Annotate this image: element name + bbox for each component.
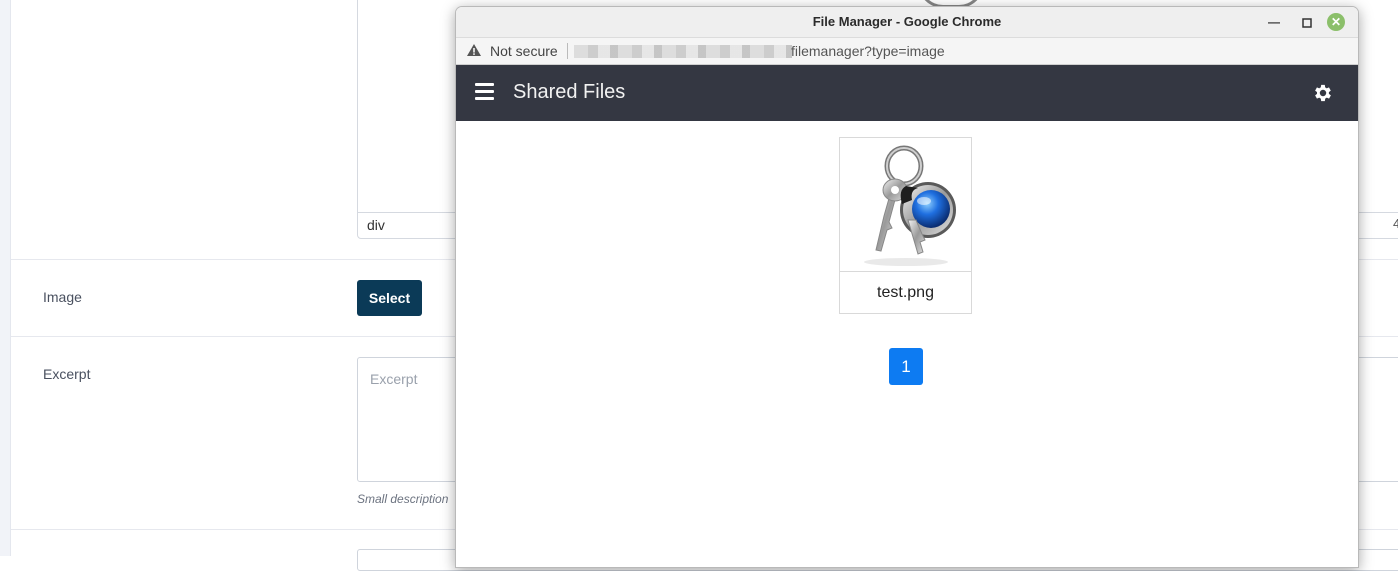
keychain-icon: [864, 145, 956, 266]
file-name[interactable]: test.png: [840, 284, 971, 302]
maximize-icon[interactable]: [1297, 7, 1317, 37]
admin-sidebar-edge: [0, 0, 11, 556]
excerpt-help-text: Small description: [357, 492, 449, 506]
url-separator: [567, 43, 568, 59]
file-manager-popup-window: File Manager - Google Chrome — ✕ Not sec…: [455, 6, 1359, 568]
window-titlebar[interactable]: File Manager - Google Chrome — ✕: [456, 7, 1358, 37]
close-icon[interactable]: ✕: [1327, 13, 1345, 31]
file-manager-navbar: Shared Files: [456, 65, 1358, 121]
image-field-label: Image: [43, 289, 82, 305]
pagination-page-1[interactable]: 1: [889, 348, 923, 385]
menu-icon[interactable]: [475, 83, 494, 103]
select-image-button[interactable]: Select: [357, 280, 422, 316]
excerpt-field-label: Excerpt: [43, 366, 91, 382]
file-grid: test.png 1: [456, 121, 1358, 567]
minimize-icon[interactable]: —: [1264, 7, 1284, 37]
redacted-url-host: [574, 45, 792, 58]
nav-title: Shared Files: [513, 81, 626, 103]
gear-icon[interactable]: [1312, 82, 1334, 104]
warning-icon: [467, 44, 481, 56]
file-item[interactable]: test.png: [839, 137, 972, 314]
security-status[interactable]: Not secure: [490, 43, 558, 59]
window-title: File Manager - Google Chrome: [812, 14, 1002, 29]
address-bar[interactable]: Not secure filemanager?type=image: [456, 37, 1358, 65]
file-thumbnail[interactable]: [840, 138, 971, 272]
url-path: filemanager?type=image: [791, 43, 945, 59]
editor-word-count: 4: [1393, 216, 1398, 231]
